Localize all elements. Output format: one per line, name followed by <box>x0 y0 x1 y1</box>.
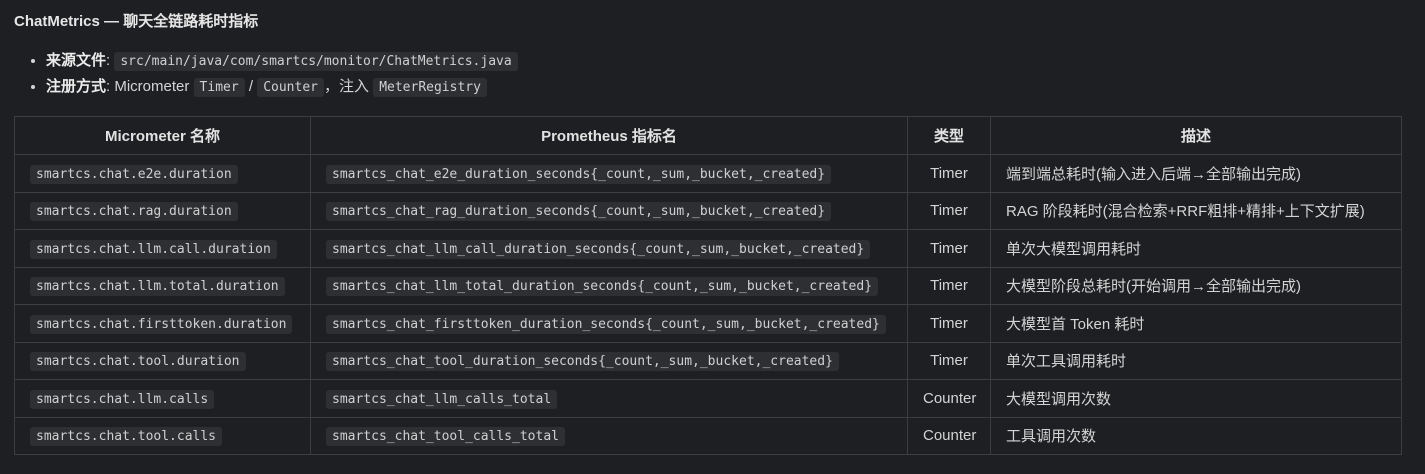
cell-prometheus: smartcs_chat_tool_calls_total <box>310 416 908 455</box>
cell-type: Timer <box>907 229 991 268</box>
cell-desc: 单次工具调用耗时 <box>990 341 1402 380</box>
prometheus-name: smartcs_chat_llm_calls_total <box>326 389 558 409</box>
table-header-row: Micrometer 名称 Prometheus 指标名 类型 描述 <box>14 116 1402 155</box>
cell-prometheus: smartcs_chat_e2e_duration_seconds{_count… <box>310 154 908 193</box>
prometheus-name: smartcs_chat_rag_duration_seconds{_count… <box>326 202 832 222</box>
cell-micrometer: smartcs.chat.llm.call.duration <box>14 229 311 268</box>
cell-micrometer: smartcs.chat.llm.calls <box>14 379 311 418</box>
cell-prometheus: smartcs_chat_llm_call_duration_seconds{_… <box>310 229 908 268</box>
cell-type: Counter <box>907 416 991 455</box>
table-row: smartcs.chat.e2e.duration smartcs_chat_e… <box>14 154 1402 193</box>
cell-prometheus: smartcs_chat_tool_duration_seconds{_coun… <box>310 341 908 380</box>
meta-source: 来源文件: src/main/java/com/smartcs/monitor/… <box>46 48 518 74</box>
source-path: src/main/java/com/smartcs/monitor/ChatMe… <box>114 52 518 71</box>
cell-micrometer: smartcs.chat.e2e.duration <box>14 154 311 193</box>
table-row: smartcs.chat.firsttoken.duration smartcs… <box>14 304 1402 343</box>
micrometer-name: smartcs.chat.llm.calls <box>30 389 215 409</box>
table-row: smartcs.chat.llm.call.duration smartcs_c… <box>14 229 1402 268</box>
cell-desc: 端到端总耗时(输入进入后端→全部输出完成) <box>990 154 1402 193</box>
prometheus-name: smartcs_chat_llm_total_duration_seconds{… <box>326 277 879 297</box>
cell-type: Timer <box>907 341 991 380</box>
source-label: 来源文件 <box>46 52 107 69</box>
cell-prometheus: smartcs_chat_llm_calls_total <box>310 379 908 418</box>
prometheus-name: smartcs_chat_tool_duration_seconds{_coun… <box>326 352 839 372</box>
cell-prometheus: smartcs_chat_firsttoken_duration_seconds… <box>310 304 908 343</box>
cell-type: Timer <box>907 304 991 343</box>
cell-desc: 大模型调用次数 <box>990 379 1402 418</box>
cell-micrometer: smartcs.chat.tool.duration <box>14 341 311 380</box>
cell-micrometer: smartcs.chat.rag.duration <box>14 191 311 230</box>
register-registry: MeterRegistry <box>373 78 487 97</box>
register-label: 注册方式 <box>46 78 107 95</box>
register-lib: Micrometer <box>114 78 190 95</box>
cell-desc: 大模型首 Token 耗时 <box>990 304 1402 343</box>
prometheus-name: smartcs_chat_firsttoken_duration_seconds… <box>326 314 886 334</box>
table-row: smartcs.chat.tool.calls smartcs_chat_too… <box>14 416 1402 455</box>
header-type: 类型 <box>907 116 991 155</box>
micrometer-name: smartcs.chat.llm.total.duration <box>30 277 285 297</box>
cell-type: Timer <box>907 154 991 193</box>
prometheus-name: smartcs_chat_llm_call_duration_seconds{_… <box>326 239 871 259</box>
cell-type: Timer <box>907 191 991 230</box>
register-sep: / <box>248 78 254 95</box>
micrometer-name: smartcs.chat.e2e.duration <box>30 164 238 184</box>
table-row: smartcs.chat.llm.calls smartcs_chat_llm_… <box>14 379 1402 418</box>
table-row: smartcs.chat.tool.duration smartcs_chat_… <box>14 341 1402 380</box>
table-row: smartcs.chat.llm.total.duration smartcs_… <box>14 266 1402 305</box>
cell-prometheus: smartcs_chat_llm_total_duration_seconds{… <box>310 266 908 305</box>
cell-desc: 大模型阶段总耗时(开始调用→全部输出完成) <box>990 266 1402 305</box>
cell-desc: RAG 阶段耗时(混合检索+RRF粗排+精排+上下文扩展) <box>990 191 1402 230</box>
register-inject: ，注入 <box>324 78 370 95</box>
micrometer-name: smartcs.chat.llm.call.duration <box>30 239 277 259</box>
page-title: ChatMetrics — 聊天全链路耗时指标 <box>14 13 259 30</box>
header-desc: 描述 <box>990 116 1402 155</box>
cell-desc: 单次大模型调用耗时 <box>990 229 1402 268</box>
cell-type: Timer <box>907 266 991 305</box>
header-prometheus: Prometheus 指标名 <box>310 116 908 155</box>
micrometer-name: smartcs.chat.tool.duration <box>30 352 246 372</box>
register-timer: Timer <box>193 78 245 97</box>
prometheus-name: smartcs_chat_tool_calls_total <box>326 427 565 447</box>
metrics-table: Micrometer 名称 Prometheus 指标名 类型 描述 smart… <box>14 116 1402 455</box>
meta-list: 来源文件: src/main/java/com/smartcs/monitor/… <box>30 48 518 100</box>
micrometer-name: smartcs.chat.tool.calls <box>30 427 223 447</box>
cell-micrometer: smartcs.chat.firsttoken.duration <box>14 304 311 343</box>
table-row: smartcs.chat.rag.duration smartcs_chat_r… <box>14 191 1402 230</box>
micrometer-name: smartcs.chat.rag.duration <box>30 202 238 222</box>
header-micrometer: Micrometer 名称 <box>14 116 311 155</box>
cell-micrometer: smartcs.chat.llm.total.duration <box>14 266 311 305</box>
prometheus-name: smartcs_chat_e2e_duration_seconds{_count… <box>326 164 832 184</box>
meta-register: 注册方式: Micrometer Timer / Counter，注入 Mete… <box>46 74 518 100</box>
micrometer-name: smartcs.chat.firsttoken.duration <box>30 314 293 334</box>
cell-prometheus: smartcs_chat_rag_duration_seconds{_count… <box>310 191 908 230</box>
cell-micrometer: smartcs.chat.tool.calls <box>14 416 311 455</box>
cell-type: Counter <box>907 379 991 418</box>
cell-desc: 工具调用次数 <box>990 416 1402 455</box>
register-counter: Counter <box>257 78 324 97</box>
